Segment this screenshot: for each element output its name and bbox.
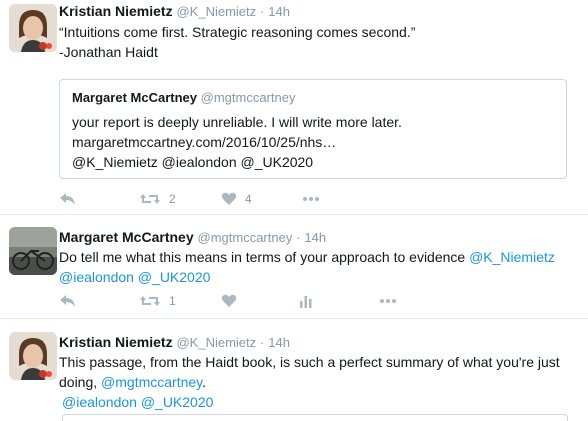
like-button[interactable]: 4	[221, 189, 252, 209]
retweet-icon	[140, 194, 160, 204]
mention-link[interactable]: @mgtmccartney	[101, 374, 202, 390]
author-handle[interactable]: @K_Niemietz	[176, 4, 256, 19]
tweet-header: Margaret McCartney @mgtmccartney · 14h	[59, 229, 327, 245]
avatar-kristian[interactable]	[9, 332, 57, 380]
quote-author-name: Margaret McCartney	[72, 90, 197, 105]
retweet-count: 1	[169, 294, 176, 308]
reply-icon[interactable]	[59, 291, 77, 311]
avatar-kristian[interactable]	[9, 4, 57, 52]
tweet-1[interactable]: Kristian Niemietz @K_Niemietz · 14h “Int…	[0, 0, 588, 214]
heart-icon[interactable]	[221, 291, 237, 311]
mention-link[interactable]: @K_Niemietz	[469, 249, 555, 265]
tweet-3[interactable]: Kristian Niemietz @K_Niemietz · 14h This…	[0, 319, 588, 421]
author-handle[interactable]: @mgtmccartney	[198, 230, 293, 245]
retweet-icon	[140, 296, 160, 306]
author-name[interactable]: Kristian Niemietz	[59, 3, 173, 19]
like-count: 4	[245, 192, 252, 206]
timestamp[interactable]: 14h	[304, 230, 326, 245]
mention-links[interactable]: @iealondon @_UK2020	[59, 267, 555, 287]
tweet-header: Kristian Niemietz @K_Niemietz · 14h	[59, 3, 290, 19]
tweet-text: “Intuitions come first. Strategic reason…	[59, 24, 416, 60]
quote-author-handle: @mgtmccartney	[200, 90, 296, 105]
tweet-text: This passage, from the Haidt book, is su…	[59, 354, 560, 412]
author-name[interactable]: Margaret McCartney	[59, 229, 194, 245]
timestamp[interactable]: 14h	[268, 335, 290, 350]
quote-text: your report is deeply unreliable. I will…	[72, 114, 402, 170]
retweet-button[interactable]: 2	[139, 189, 176, 209]
more-icon[interactable]	[302, 189, 320, 209]
mention-links[interactable]: @iealondon @_UK2020	[59, 392, 560, 412]
retweet-button[interactable]: 1	[139, 291, 176, 311]
author-name[interactable]: Kristian Niemietz	[59, 334, 173, 350]
tweet-2[interactable]: Margaret McCartney @mgtmccartney · 14h D…	[0, 215, 588, 317]
heart-icon	[221, 192, 237, 205]
timestamp[interactable]: 14h	[268, 4, 290, 19]
tweet-header: Kristian Niemietz @K_Niemietz · 14h	[59, 334, 290, 350]
reply-icon[interactable]	[59, 189, 77, 209]
quoted-tweet[interactable]: Margaret McCartney @mgtmccartney your re…	[59, 79, 567, 179]
author-handle[interactable]: @K_Niemietz	[176, 335, 256, 350]
tweet-text: Do tell me what this means in terms of y…	[59, 249, 555, 287]
analytics-icon[interactable]	[299, 291, 313, 311]
avatar-margaret[interactable]	[9, 227, 57, 275]
more-icon[interactable]	[379, 291, 397, 311]
retweet-count: 2	[169, 192, 176, 206]
